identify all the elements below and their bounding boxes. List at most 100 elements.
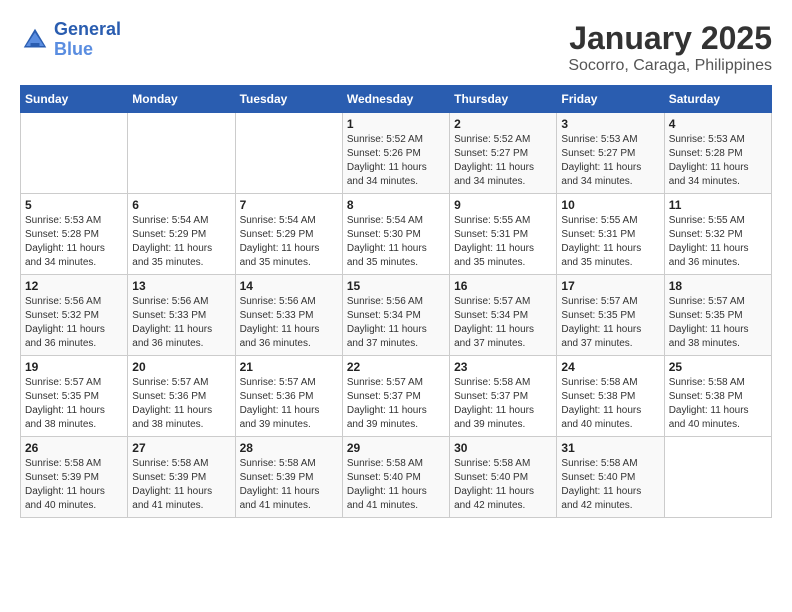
calendar-cell: 23 Sunrise: 5:58 AM Sunset: 5:37 PM Dayli… [450, 356, 557, 437]
logo-icon [20, 25, 50, 55]
day-number: 17 [561, 279, 659, 293]
day-number: 23 [454, 360, 552, 374]
day-info: Sunrise: 5:54 AM Sunset: 5:29 PM Dayligh… [240, 214, 338, 270]
day-info: Sunrise: 5:57 AM Sunset: 5:36 PM Dayligh… [240, 376, 338, 432]
day-number: 19 [25, 360, 123, 374]
day-number: 21 [240, 360, 338, 374]
calendar-cell: 10 Sunrise: 5:55 AM Sunset: 5:31 PM Dayli… [557, 194, 664, 275]
month-title: January 2025 [568, 20, 772, 57]
weekday-header-row: SundayMondayTuesdayWednesdayThursdayFrid… [21, 86, 772, 113]
day-number: 4 [669, 117, 767, 131]
location-title: Socorro, Caraga, Philippines [568, 57, 772, 75]
weekday-header-monday: Monday [128, 86, 235, 113]
calendar-week-row: 12 Sunrise: 5:56 AM Sunset: 5:32 PM Dayli… [21, 275, 772, 356]
calendar-cell [235, 113, 342, 194]
day-number: 11 [669, 198, 767, 212]
day-number: 30 [454, 441, 552, 455]
day-info: Sunrise: 5:58 AM Sunset: 5:38 PM Dayligh… [669, 376, 767, 432]
calendar-cell: 26Sunrise: 5:58 AM Sunset: 5:39 PM Dayli… [21, 437, 128, 518]
weekday-header-thursday: Thursday [450, 86, 557, 113]
day-info: Sunrise: 5:57 AM Sunset: 5:36 PM Dayligh… [132, 376, 230, 432]
day-number: 24 [561, 360, 659, 374]
title-area: January 2025 Socorro, Caraga, Philippine… [568, 20, 772, 75]
weekday-header-sunday: Sunday [21, 86, 128, 113]
day-info: Sunrise: 5:58 AM Sunset: 5:39 PM Dayligh… [132, 457, 230, 513]
calendar-cell: 24Sunrise: 5:58 AM Sunset: 5:38 PM Dayli… [557, 356, 664, 437]
calendar-cell: 27 Sunrise: 5:58 AM Sunset: 5:39 PM Dayli… [128, 437, 235, 518]
calendar-week-row: 1Sunrise: 5:52 AM Sunset: 5:26 PM Daylig… [21, 113, 772, 194]
day-info: Sunrise: 5:57 AM Sunset: 5:34 PM Dayligh… [454, 295, 552, 351]
calendar-cell: 15Sunrise: 5:56 AM Sunset: 5:34 PM Dayli… [342, 275, 449, 356]
calendar-cell: 19 Sunrise: 5:57 AM Sunset: 5:35 PM Dayli… [21, 356, 128, 437]
day-number: 29 [347, 441, 445, 455]
day-info: Sunrise: 5:57 AM Sunset: 5:35 PM Dayligh… [561, 295, 659, 351]
day-number: 31 [561, 441, 659, 455]
day-number: 14 [240, 279, 338, 293]
day-info: Sunrise: 5:55 AM Sunset: 5:32 PM Dayligh… [669, 214, 767, 270]
day-number: 9 [454, 198, 552, 212]
calendar-cell: 28 Sunrise: 5:58 AM Sunset: 5:39 PM Dayli… [235, 437, 342, 518]
weekday-header-saturday: Saturday [664, 86, 771, 113]
calendar-cell: 29 Sunrise: 5:58 AM Sunset: 5:40 PM Dayli… [342, 437, 449, 518]
calendar-cell: 21 Sunrise: 5:57 AM Sunset: 5:36 PM Dayli… [235, 356, 342, 437]
calendar-cell: 30 Sunrise: 5:58 AM Sunset: 5:40 PM Dayli… [450, 437, 557, 518]
day-info: Sunrise: 5:58 AM Sunset: 5:40 PM Dayligh… [347, 457, 445, 513]
calendar-cell: 18Sunrise: 5:57 AM Sunset: 5:35 PM Dayli… [664, 275, 771, 356]
day-info: Sunrise: 5:54 AM Sunset: 5:30 PM Dayligh… [347, 214, 445, 270]
day-info: Sunrise: 5:56 AM Sunset: 5:34 PM Dayligh… [347, 295, 445, 351]
day-info: Sunrise: 5:53 AM Sunset: 5:28 PM Dayligh… [669, 133, 767, 189]
day-info: Sunrise: 5:58 AM Sunset: 5:40 PM Dayligh… [454, 457, 552, 513]
day-number: 13 [132, 279, 230, 293]
calendar-cell: 2Sunrise: 5:52 AM Sunset: 5:27 PM Daylig… [450, 113, 557, 194]
day-number: 3 [561, 117, 659, 131]
day-info: Sunrise: 5:57 AM Sunset: 5:35 PM Dayligh… [669, 295, 767, 351]
calendar-week-row: 19 Sunrise: 5:57 AM Sunset: 5:35 PM Dayli… [21, 356, 772, 437]
day-info: Sunrise: 5:57 AM Sunset: 5:35 PM Dayligh… [25, 376, 123, 432]
day-info: Sunrise: 5:55 AM Sunset: 5:31 PM Dayligh… [561, 214, 659, 270]
calendar-cell: 5 Sunrise: 5:53 AM Sunset: 5:28 PM Daylig… [21, 194, 128, 275]
day-number: 22 [347, 360, 445, 374]
calendar-table: SundayMondayTuesdayWednesdayThursdayFrid… [20, 85, 772, 518]
day-number: 7 [240, 198, 338, 212]
day-number: 12 [25, 279, 123, 293]
calendar-cell [664, 437, 771, 518]
day-number: 25 [669, 360, 767, 374]
day-info: Sunrise: 5:52 AM Sunset: 5:27 PM Dayligh… [454, 133, 552, 189]
calendar-cell: 9Sunrise: 5:55 AM Sunset: 5:31 PM Daylig… [450, 194, 557, 275]
calendar-cell: 1Sunrise: 5:52 AM Sunset: 5:26 PM Daylig… [342, 113, 449, 194]
day-number: 10 [561, 198, 659, 212]
calendar-cell: 8Sunrise: 5:54 AM Sunset: 5:30 PM Daylig… [342, 194, 449, 275]
day-info: Sunrise: 5:58 AM Sunset: 5:37 PM Dayligh… [454, 376, 552, 432]
calendar-cell: 16 Sunrise: 5:57 AM Sunset: 5:34 PM Dayli… [450, 275, 557, 356]
day-info: Sunrise: 5:53 AM Sunset: 5:28 PM Dayligh… [25, 214, 123, 270]
calendar-week-row: 26Sunrise: 5:58 AM Sunset: 5:39 PM Dayli… [21, 437, 772, 518]
day-info: Sunrise: 5:52 AM Sunset: 5:26 PM Dayligh… [347, 133, 445, 189]
day-number: 5 [25, 198, 123, 212]
weekday-header-wednesday: Wednesday [342, 86, 449, 113]
calendar-cell: 22 Sunrise: 5:57 AM Sunset: 5:37 PM Dayli… [342, 356, 449, 437]
day-info: Sunrise: 5:58 AM Sunset: 5:39 PM Dayligh… [25, 457, 123, 513]
day-info: Sunrise: 5:58 AM Sunset: 5:39 PM Dayligh… [240, 457, 338, 513]
calendar-cell: 20Sunrise: 5:57 AM Sunset: 5:36 PM Dayli… [128, 356, 235, 437]
calendar-cell: 31 Sunrise: 5:58 AM Sunset: 5:40 PM Dayli… [557, 437, 664, 518]
day-info: Sunrise: 5:53 AM Sunset: 5:27 PM Dayligh… [561, 133, 659, 189]
calendar-cell: 3 Sunrise: 5:53 AM Sunset: 5:27 PM Daylig… [557, 113, 664, 194]
logo-text: General Blue [54, 20, 121, 60]
calendar-cell: 14 Sunrise: 5:56 AM Sunset: 5:33 PM Dayli… [235, 275, 342, 356]
day-number: 28 [240, 441, 338, 455]
weekday-header-friday: Friday [557, 86, 664, 113]
day-info: Sunrise: 5:58 AM Sunset: 5:40 PM Dayligh… [561, 457, 659, 513]
day-number: 16 [454, 279, 552, 293]
calendar-cell: 25 Sunrise: 5:58 AM Sunset: 5:38 PM Dayli… [664, 356, 771, 437]
calendar-cell [21, 113, 128, 194]
day-info: Sunrise: 5:54 AM Sunset: 5:29 PM Dayligh… [132, 214, 230, 270]
calendar-cell: 17 Sunrise: 5:57 AM Sunset: 5:35 PM Dayli… [557, 275, 664, 356]
calendar-cell: 13 Sunrise: 5:56 AM Sunset: 5:33 PM Dayli… [128, 275, 235, 356]
day-info: Sunrise: 5:56 AM Sunset: 5:33 PM Dayligh… [240, 295, 338, 351]
day-info: Sunrise: 5:56 AM Sunset: 5:32 PM Dayligh… [25, 295, 123, 351]
day-info: Sunrise: 5:56 AM Sunset: 5:33 PM Dayligh… [132, 295, 230, 351]
calendar-cell [128, 113, 235, 194]
calendar-cell: 11 Sunrise: 5:55 AM Sunset: 5:32 PM Dayli… [664, 194, 771, 275]
day-number: 27 [132, 441, 230, 455]
day-info: Sunrise: 5:57 AM Sunset: 5:37 PM Dayligh… [347, 376, 445, 432]
